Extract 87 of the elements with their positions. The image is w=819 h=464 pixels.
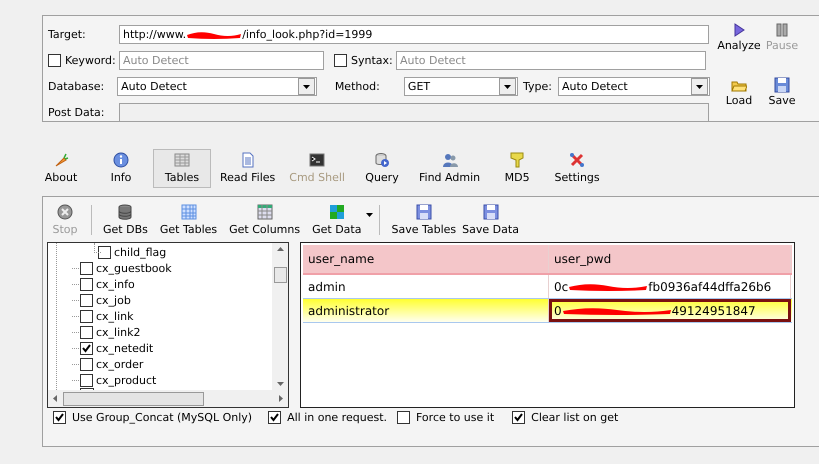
scroll-left-icon[interactable] xyxy=(53,395,57,402)
checkbox[interactable] xyxy=(53,411,66,424)
method-dropdown[interactable]: GET xyxy=(404,77,518,96)
tab[interactable]: Query xyxy=(354,149,410,188)
checkbox-label: Force to use it xyxy=(416,411,494,424)
checkbox[interactable] xyxy=(268,411,282,424)
checkbox[interactable] xyxy=(80,342,93,354)
toolbar-button[interactable]: Get Columns xyxy=(226,204,304,236)
checkbox[interactable] xyxy=(80,374,93,386)
scroll-right-icon[interactable] xyxy=(279,395,283,402)
checkbox-label: Clear list on get xyxy=(531,411,618,424)
scroll-up-icon[interactable] xyxy=(276,247,284,251)
tab[interactable]: Settings xyxy=(549,149,606,188)
checkbox[interactable] xyxy=(80,262,93,274)
toolbar-button[interactable]: Save Tables xyxy=(388,204,460,236)
tab[interactable]: Find Admin xyxy=(414,149,486,188)
tree-item[interactable]: cx_netedit xyxy=(96,342,154,354)
checkbox[interactable] xyxy=(397,411,410,424)
grid-icon xyxy=(180,204,196,220)
column-header[interactable]: user_pwd xyxy=(549,245,791,273)
database-icon xyxy=(117,204,134,220)
tab[interactable]: Read Files xyxy=(215,149,280,188)
tab[interactable]: Info xyxy=(93,149,149,188)
table-cell: admin xyxy=(303,275,549,298)
toolbar-button[interactable]: Save xyxy=(762,76,802,123)
table-cell: administrator xyxy=(303,299,549,322)
checkbox[interactable] xyxy=(80,310,93,322)
toolbar-button[interactable]: Get Data xyxy=(309,204,364,236)
scrollbar-thumb[interactable] xyxy=(274,267,286,283)
tab[interactable]: MD5 xyxy=(489,149,546,188)
scrollbar-thumb[interactable] xyxy=(63,392,204,406)
toolbar-button[interactable]: Analyze xyxy=(716,22,762,68)
pause-icon xyxy=(774,22,790,39)
tree-item[interactable]: child_flag xyxy=(114,246,166,258)
tree-item[interactable]: cx_link xyxy=(96,310,134,322)
toolbar-button[interactable]: Get Tables xyxy=(156,204,220,236)
tree-item[interactable]: cx_job xyxy=(96,294,131,306)
tree-item[interactable]: cx_link2 xyxy=(96,326,141,338)
tab[interactable]: Tables xyxy=(153,149,211,188)
keyword-field[interactable]: Auto Detect xyxy=(119,51,324,70)
tab[interactable]: About xyxy=(33,149,89,188)
field-label: Type: xyxy=(522,80,553,93)
checkbox-label: All in one request. xyxy=(287,411,387,424)
syntax-field[interactable]: Auto Detect xyxy=(396,51,706,70)
tools-icon xyxy=(569,152,586,168)
users-icon xyxy=(442,152,458,168)
checkbox[interactable] xyxy=(98,246,111,258)
tree-item[interactable]: cx_product xyxy=(96,374,156,386)
table-cell: 0c fb0936af44dffa26b6 xyxy=(549,275,791,298)
document-icon xyxy=(240,152,256,168)
field-label: Method: xyxy=(334,80,381,93)
database-arrow-icon xyxy=(374,152,390,168)
checkbox[interactable] xyxy=(512,411,526,424)
checkbox-label: Syntax: xyxy=(351,54,393,67)
checkbox-label: Use Group_Concat (MySQL Only) xyxy=(72,411,252,424)
toolbar-button[interactable]: Load xyxy=(716,76,762,123)
info-icon xyxy=(113,152,129,168)
checkbox[interactable] xyxy=(80,278,93,290)
toolbar-button[interactable]: Save Data xyxy=(459,204,522,236)
checkbox[interactable] xyxy=(48,54,61,67)
terminal-icon xyxy=(309,152,326,168)
field-label: Post Data: xyxy=(48,106,106,119)
url-field[interactable]: http://www. /info_look.php?id=1999 xyxy=(119,25,709,44)
checkbox[interactable] xyxy=(334,54,347,67)
database-dropdown[interactable]: Auto Detect xyxy=(117,77,317,96)
stop-icon xyxy=(57,204,73,220)
tree-item[interactable]: cx_guestbook xyxy=(96,262,172,274)
field-label: Target: xyxy=(48,28,87,41)
table-icon xyxy=(174,152,190,168)
type-dropdown[interactable]: Auto Detect xyxy=(558,77,710,96)
checkbox[interactable] xyxy=(80,358,93,370)
checkbox-label: Keyword: xyxy=(65,54,116,67)
dropdown-arrow-icon[interactable] xyxy=(366,213,374,217)
scroll-down-icon[interactable] xyxy=(276,382,284,386)
table-row[interactable]: administrator 0 49124951847 xyxy=(303,299,792,323)
column-header[interactable]: user_name xyxy=(303,245,549,273)
post-data-field[interactable] xyxy=(119,103,709,122)
data-grid-icon xyxy=(328,204,345,220)
toolbar-button[interactable]: Get DBs xyxy=(100,204,151,236)
tree-item[interactable]: cx_order xyxy=(96,358,144,370)
columns-icon xyxy=(256,204,273,220)
table-cell: 0 49124951847 xyxy=(549,299,791,322)
carrot-icon xyxy=(53,152,69,168)
tree-item[interactable]: cx_info xyxy=(96,278,135,290)
field-label: Database: xyxy=(48,80,106,93)
checkbox[interactable] xyxy=(80,326,93,338)
checkbox[interactable] xyxy=(80,294,93,306)
